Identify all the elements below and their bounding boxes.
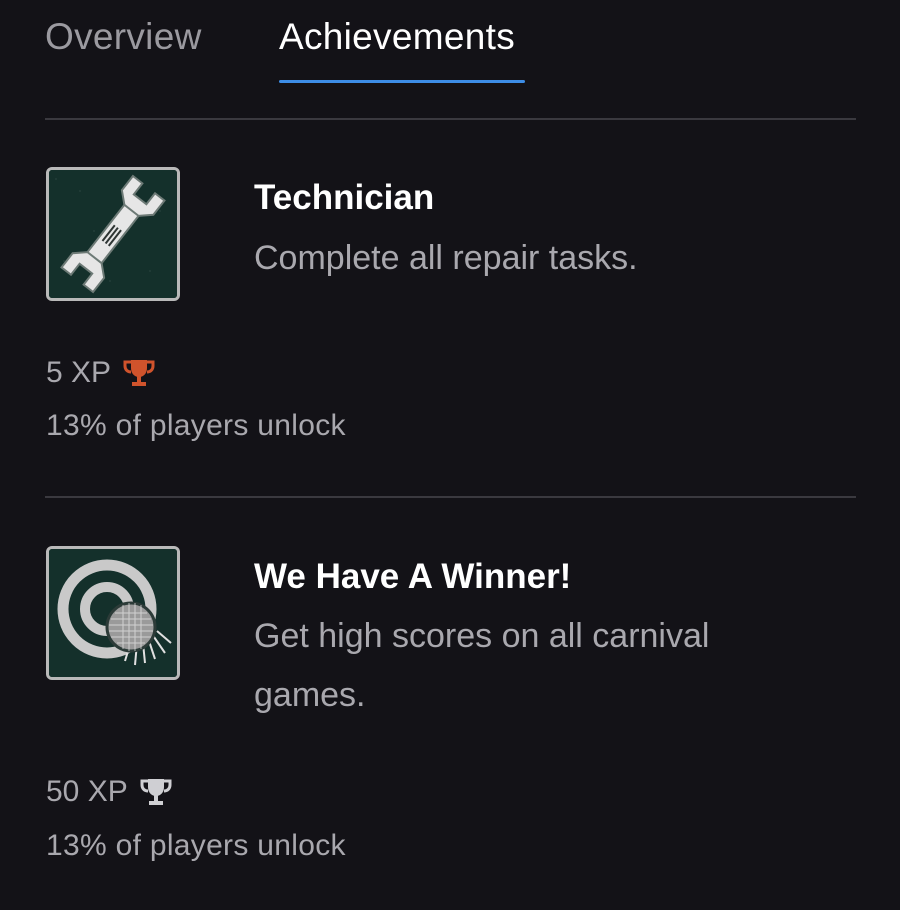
achievement-title: Technician — [254, 178, 435, 217]
achievement-description: Get high scores on all carnival games. — [254, 617, 710, 714]
unlock-percentage: 13% of players unlock — [46, 829, 346, 862]
divider — [45, 118, 856, 120]
achievements-page: Overview Achievements Technician Complet… — [0, 0, 900, 910]
unlock-percentage: 13% of players unlock — [46, 409, 346, 442]
silver-trophy-icon — [140, 777, 172, 807]
tab-bar: Overview Achievements — [45, 0, 856, 86]
achievement-title: We Have A Winner! — [254, 557, 572, 596]
xp-value: 50 XP — [46, 775, 128, 808]
xp-row: 50 XP — [46, 775, 172, 809]
tab-overview[interactable]: Overview — [45, 16, 202, 58]
xp-row: 5 XP — [46, 356, 155, 390]
tab-achievements[interactable]: Achievements — [279, 16, 515, 58]
wrench-icon — [46, 167, 180, 301]
divider — [45, 496, 856, 498]
achievement-description: Complete all repair tasks. — [254, 239, 638, 277]
active-tab-indicator — [279, 80, 525, 83]
xp-value: 5 XP — [46, 356, 112, 389]
bronze-trophy-icon — [123, 358, 155, 388]
target-ball-icon — [46, 546, 180, 680]
